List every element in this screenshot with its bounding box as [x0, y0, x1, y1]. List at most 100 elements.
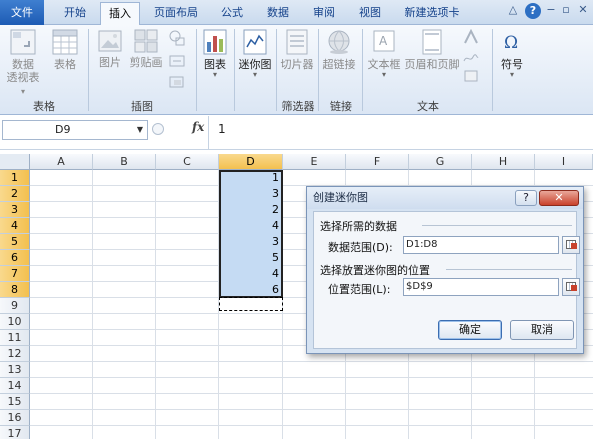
insert-function-icon[interactable]: fx [192, 120, 204, 134]
hyperlink-button[interactable]: 超链接 [320, 29, 358, 71]
column-header-f[interactable]: F [346, 154, 409, 170]
row-header[interactable]: 14 [0, 378, 30, 394]
row-header[interactable]: 17 [0, 426, 30, 439]
object-button[interactable] [462, 69, 480, 86]
cell-d2[interactable]: 3 [219, 186, 279, 202]
cancel-button[interactable]: 取消 [510, 320, 574, 340]
wordart-icon [464, 28, 478, 44]
row-header[interactable]: 9 [0, 298, 30, 314]
help-icon[interactable]: ? [525, 3, 541, 19]
signature-line-icon [463, 54, 479, 62]
wordart-button[interactable] [462, 28, 480, 48]
close-window-icon[interactable]: ✕ [576, 3, 590, 21]
cell-d6[interactable]: 5 [219, 250, 279, 266]
location-section-title: 选择放置迷你图的位置 [320, 264, 430, 277]
row-header[interactable]: 4 [0, 218, 30, 234]
name-box-dropdown-icon[interactable]: ▼ [137, 121, 143, 139]
row-header[interactable]: 3 [0, 202, 30, 218]
column-header-b[interactable]: B [93, 154, 156, 170]
row-header[interactable]: 1 [0, 170, 30, 186]
tab-formulas[interactable]: 公式 [212, 2, 252, 25]
tab-view[interactable]: 视图 [350, 2, 390, 25]
ok-button[interactable]: 确定 [438, 320, 502, 340]
formula-input[interactable]: 1 [218, 122, 226, 136]
slicer-button[interactable]: 切片器 [280, 29, 314, 71]
column-header-h[interactable]: H [472, 154, 535, 170]
hyperlink-label: 超链接 [322, 58, 356, 71]
row-header[interactable]: 16 [0, 410, 30, 426]
svg-text:Ω: Ω [504, 33, 518, 53]
svg-text:A: A [379, 34, 388, 48]
symbol-button[interactable]: Ω 符号 ▾ [496, 29, 528, 79]
tab-data[interactable]: 数据 [258, 2, 298, 25]
sparkline-button[interactable]: 迷你图 ▾ [236, 29, 274, 79]
cell-d5[interactable]: 3 [219, 234, 279, 250]
cell-d7[interactable]: 4 [219, 266, 279, 282]
row-gridline [30, 393, 593, 394]
row-header[interactable]: 8 [0, 282, 30, 298]
column-header-e[interactable]: E [283, 154, 346, 170]
chart-button[interactable]: 图表 ▾ [200, 29, 230, 79]
clipart-button[interactable]: 剪贴画 [128, 29, 164, 69]
cell-d4[interactable]: 4 [219, 218, 279, 234]
cell-d3[interactable]: 2 [219, 202, 279, 218]
table-label: 表格 [54, 58, 76, 71]
group-label-filter: 筛选器 [281, 100, 315, 113]
group-separator [362, 29, 363, 111]
shapes-button[interactable] [168, 29, 186, 50]
picture-icon [98, 30, 122, 52]
dialog-help-icon[interactable]: ? [515, 190, 537, 206]
data-range-input[interactable]: D1:D8 [403, 236, 559, 254]
row-header[interactable]: 6 [0, 250, 30, 266]
textbox-button[interactable]: A 文本框 ▾ [366, 29, 402, 79]
smartart-button[interactable] [168, 53, 186, 72]
row-header[interactable]: 15 [0, 394, 30, 410]
row-header[interactable]: 10 [0, 314, 30, 330]
row-header[interactable]: 13 [0, 362, 30, 378]
formula-bar-expand-icon[interactable] [152, 123, 164, 135]
picture-button[interactable]: 图片 [94, 29, 126, 69]
textbox-icon: A [373, 30, 395, 52]
row-header[interactable]: 12 [0, 346, 30, 362]
restore-window-icon[interactable]: ▫ [560, 3, 572, 21]
tab-file[interactable]: 文件 [0, 0, 44, 25]
tab-insert[interactable]: 插入 [100, 2, 140, 26]
signature-line-button[interactable] [462, 51, 480, 68]
name-box[interactable]: D9 ▼ [2, 120, 148, 140]
column-header-g[interactable]: G [409, 154, 472, 170]
column-header-c[interactable]: C [156, 154, 219, 170]
screenshot-icon [169, 76, 184, 88]
column-header-a[interactable]: A [30, 154, 93, 170]
tab-new-tab[interactable]: 新建选项卡 [398, 2, 466, 25]
header-footer-button[interactable]: 页眉和页脚 [404, 29, 460, 71]
header-footer-label: 页眉和页脚 [404, 58, 460, 71]
table-button[interactable]: 表格 [48, 29, 82, 71]
row-header[interactable]: 7 [0, 266, 30, 282]
row-header[interactable]: 5 [0, 234, 30, 250]
group-label-links: 链接 [330, 100, 352, 113]
cell-d8[interactable]: 6 [219, 282, 279, 298]
group-label-illustrations: 插图 [131, 100, 153, 113]
location-marquee-d9 [219, 297, 283, 311]
tab-review[interactable]: 审阅 [304, 2, 344, 25]
section-divider [422, 225, 572, 226]
pivot-dropdown-icon: ▾ [20, 87, 25, 96]
column-header-d[interactable]: D [219, 154, 283, 170]
tab-page-layout[interactable]: 页面布局 [146, 2, 206, 25]
select-all-corner[interactable] [0, 154, 30, 170]
column-header-i[interactable]: I [535, 154, 593, 170]
row-header[interactable]: 2 [0, 186, 30, 202]
minimize-ribbon-icon[interactable]: △ [506, 3, 520, 21]
screenshot-button[interactable] [168, 75, 186, 92]
minimize-window-icon[interactable]: − [545, 3, 557, 21]
data-range-collapse-icon[interactable] [562, 236, 580, 254]
chart-dropdown-icon: ▾ [212, 70, 217, 79]
pivot-table-button[interactable]: 数据 透视表 ▾ [4, 29, 42, 98]
location-range-input[interactable]: $D$9 [403, 278, 559, 296]
omega-symbol-icon: Ω [504, 33, 518, 53]
location-range-collapse-icon[interactable] [562, 278, 580, 296]
cell-d1[interactable]: 1 [219, 170, 279, 186]
tab-home[interactable]: 开始 [56, 2, 94, 25]
dialog-close-icon[interactable]: ✕ [539, 190, 579, 206]
row-header[interactable]: 11 [0, 330, 30, 346]
